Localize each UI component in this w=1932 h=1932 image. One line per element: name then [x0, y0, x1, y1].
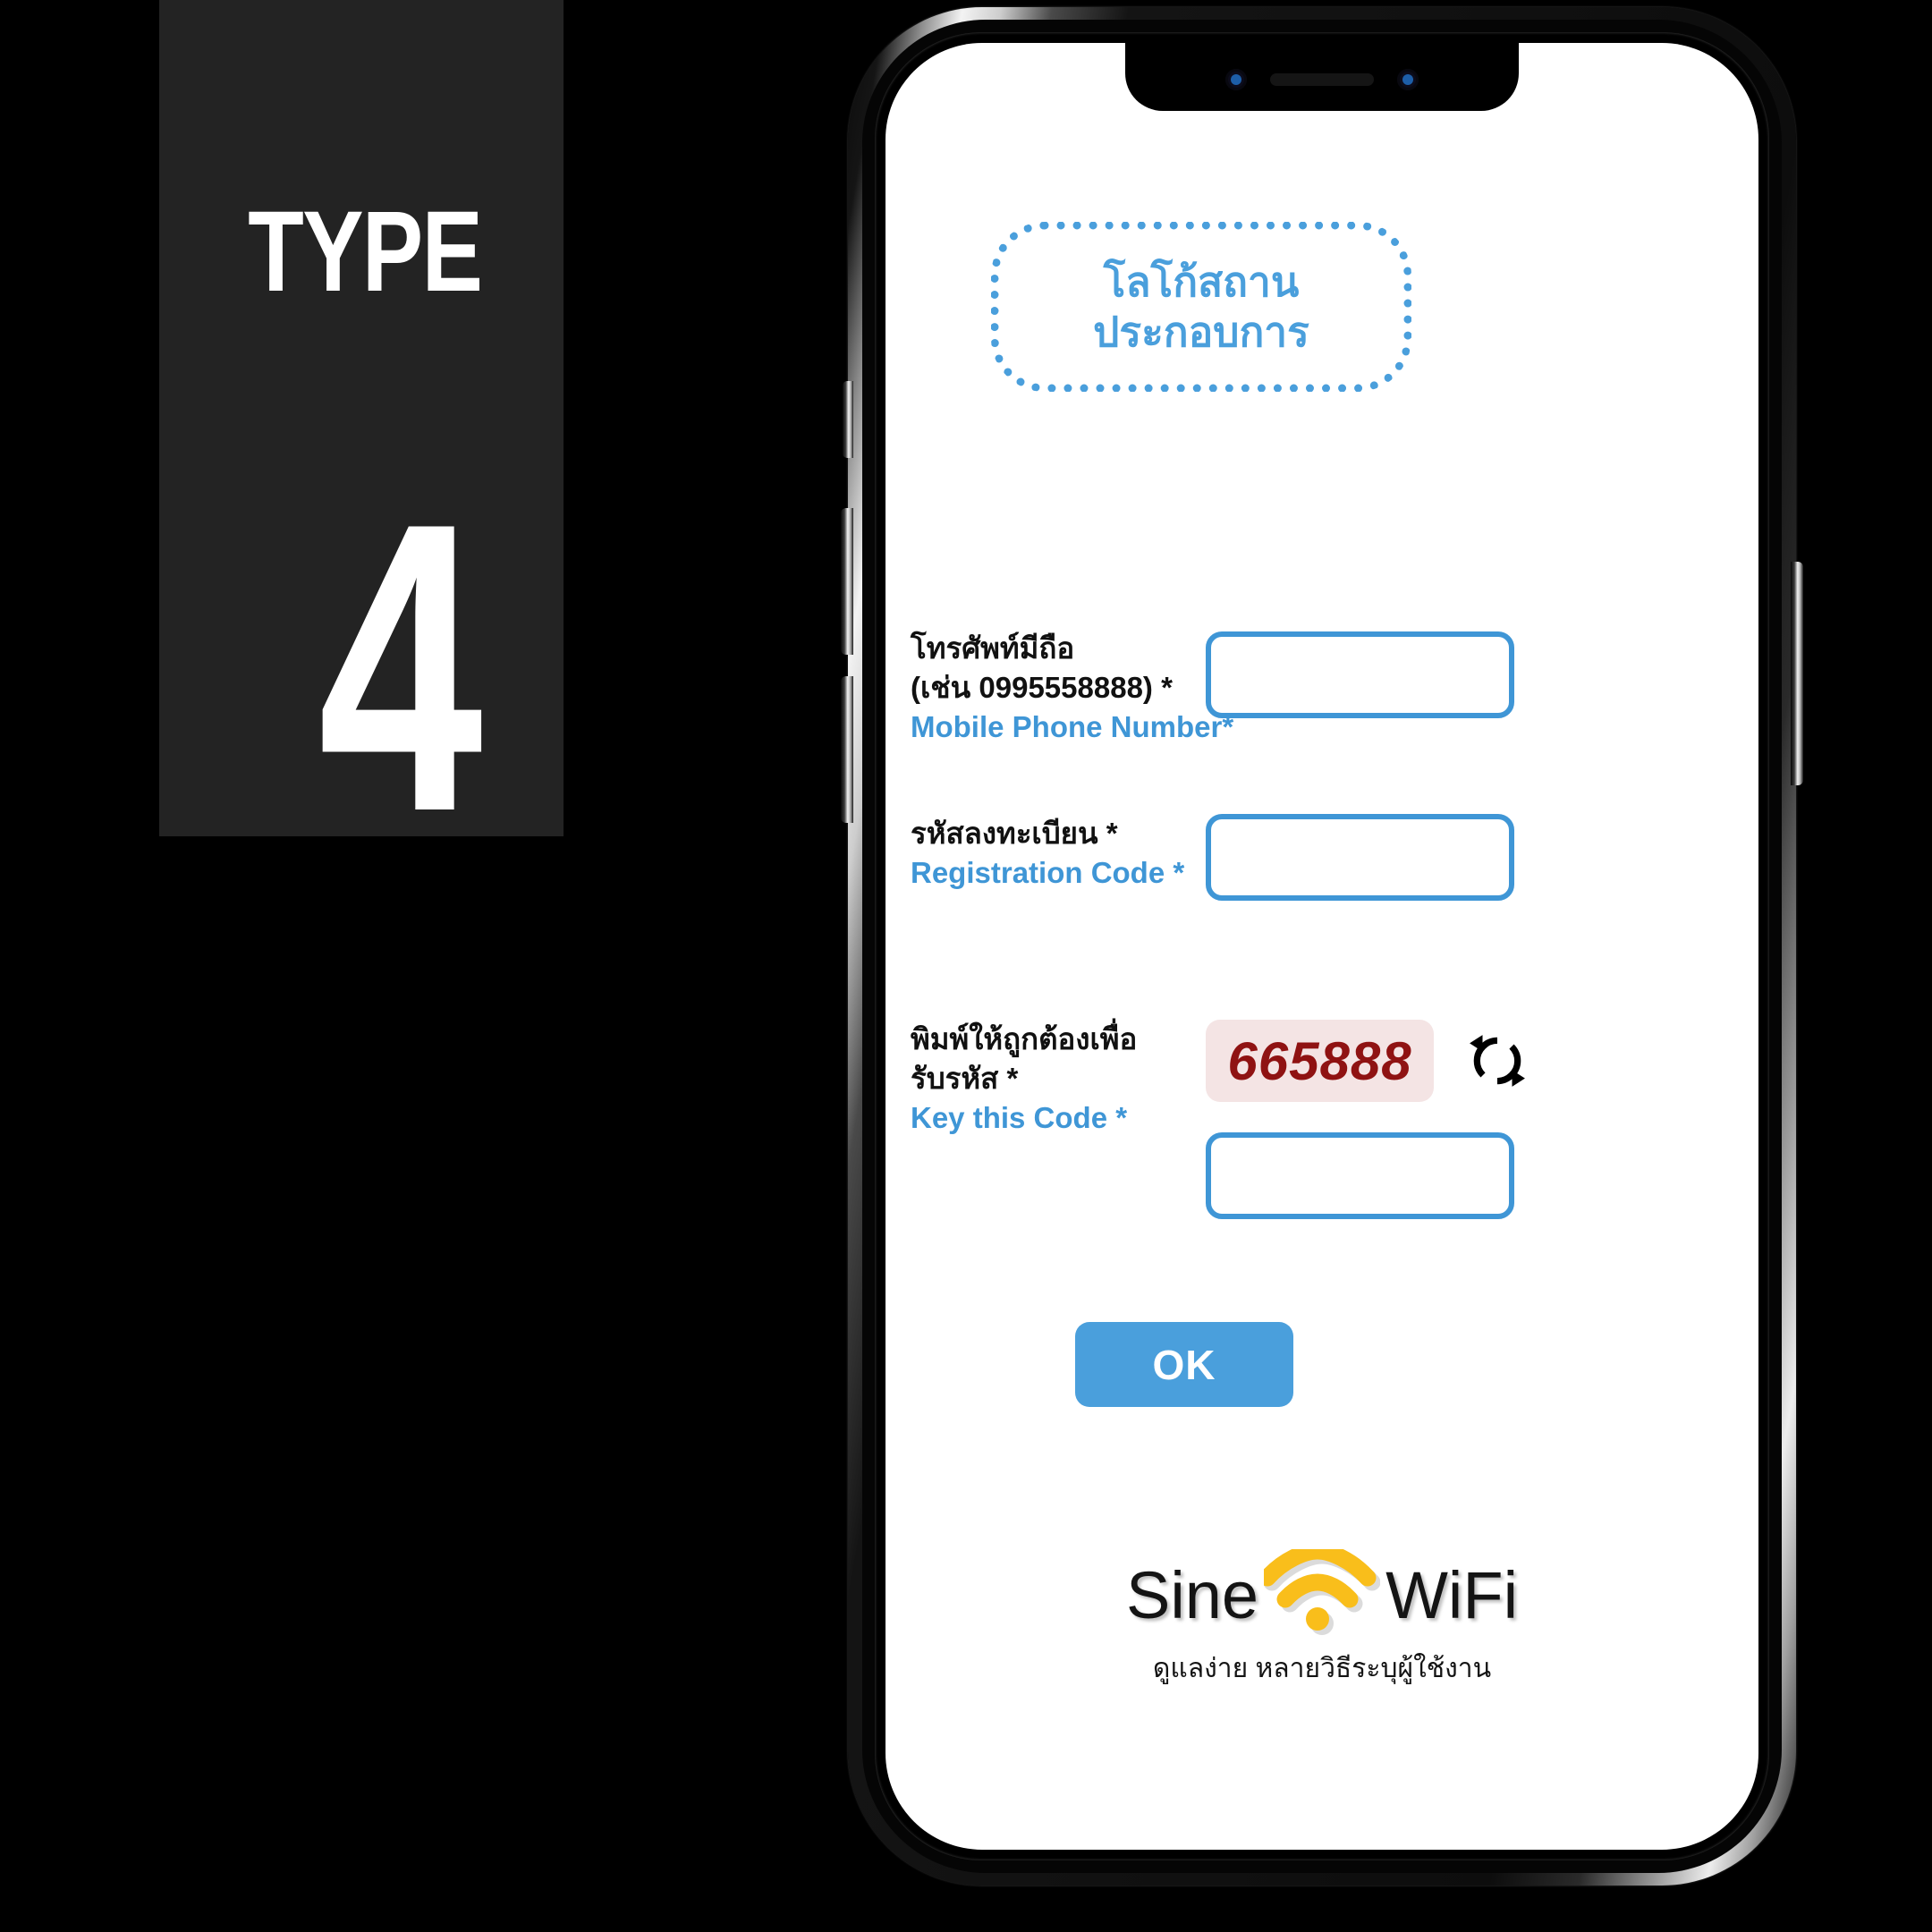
label-mobile-phone-number-en: Mobile Phone Number* [911, 710, 1234, 744]
type-number: 4 [318, 438, 483, 836]
power-button[interactable] [1791, 562, 1803, 785]
brand-word-left: Sine [1125, 1558, 1259, 1632]
brand-logo: Sine WiFi ดูแลง่าย หลายวิธีระบุผู้ใช้งาน [886, 1549, 1758, 1690]
ok-button[interactable]: OK [1075, 1322, 1293, 1407]
label-key-this-code-en: Key this Code * [911, 1101, 1128, 1135]
logo-placeholder-line2: ประกอบการ [1093, 309, 1309, 355]
volume-up-button[interactable] [841, 508, 853, 655]
phone-notch [1125, 43, 1519, 111]
brand-row: Sine WiFi [1126, 1549, 1518, 1642]
captcha-display-row: 665888 [1206, 1020, 1527, 1102]
label-mobile-phone-number-th-1: โทรศัพท์มีถือ [911, 631, 1075, 665]
label-registration-code-en: Registration Code * [911, 856, 1185, 890]
refresh-icon[interactable] [1468, 1031, 1527, 1090]
key-this-code-input[interactable] [1206, 1132, 1514, 1219]
front-camera-icon [1225, 69, 1247, 90]
logo-placeholder-line1: โลโก้สถาน [1103, 258, 1300, 305]
phone-mockup: โลโก้สถาน ประกอบการ โทรศัพท์มีถือ (เช่น … [841, 7, 1803, 1885]
captcha-code: 665888 [1206, 1020, 1434, 1102]
mobile-phone-number-input[interactable] [1206, 631, 1514, 718]
field-row-key-this-code: พิมพ์ให้ถูกต้องเพื่อ รับรหัส * Key this … [911, 1020, 1527, 1219]
registration-code-input[interactable] [1206, 814, 1514, 901]
logo-placeholder: โลโก้สถาน ประกอบการ [991, 222, 1411, 392]
phone-screen: โลโก้สถาน ประกอบการ โทรศัพท์มีถือ (เช่น … [886, 43, 1758, 1850]
label-key-this-code: พิมพ์ให้ถูกต้องเพื่อ รับรหัส * Key this … [911, 1020, 1206, 1139]
label-mobile-phone-number-th-2: (เช่น 0995558888) * [911, 671, 1173, 705]
brand-tagline: ดูแลง่าย หลายวิธีระบุผู้ใช้งาน [1152, 1654, 1492, 1683]
brand-word-right: WiFi [1385, 1558, 1519, 1632]
type-heading: TYPE [247, 188, 483, 316]
field-row-registration-code: รหัสลงทะเบียน * Registration Code * [911, 814, 1514, 901]
field-row-mobile-phone-number: โทรศัพท์มีถือ (เช่น 0995558888) * Mobile… [911, 629, 1514, 748]
label-mobile-phone-number: โทรศัพท์มีถือ (เช่น 0995558888) * Mobile… [911, 629, 1234, 748]
wifi-icon [1264, 1549, 1381, 1635]
captcha-group: 665888 [1206, 1020, 1527, 1219]
label-key-this-code-th-1: พิมพ์ให้ถูกต้องเพื่อ [911, 1022, 1138, 1055]
label-key-this-code-th-2: รับรหัส * [911, 1062, 1019, 1096]
captive-portal-form: โลโก้สถาน ประกอบการ โทรศัพท์มีถือ (เช่น … [886, 43, 1758, 1850]
volume-down-button[interactable] [841, 676, 853, 823]
silent-switch[interactable] [843, 381, 853, 458]
left-info-panel: TYPE 4 [159, 0, 564, 836]
face-id-sensor-icon [1397, 69, 1419, 90]
earpiece-speaker-icon [1270, 73, 1374, 86]
label-registration-code: รหัสลงทะเบียน * Registration Code * [911, 814, 1206, 893]
label-registration-code-th: รหัสลงทะเบียน * [911, 817, 1118, 850]
